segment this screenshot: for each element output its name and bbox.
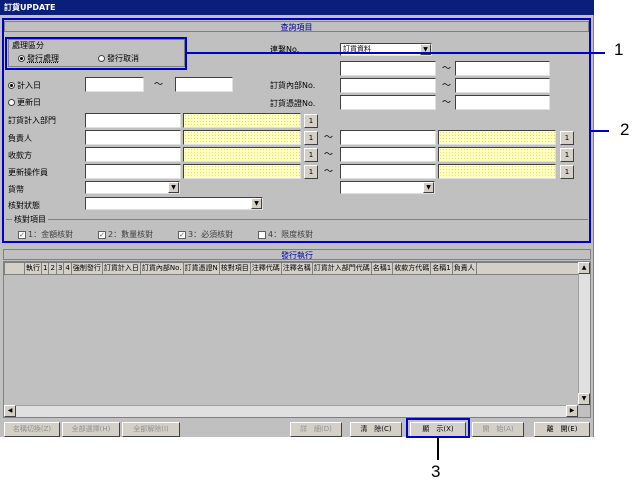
- callout-number-2: 2: [620, 120, 630, 139]
- start-button[interactable]: 開 始(A): [472, 422, 524, 437]
- scroll-left-icon[interactable]: ◀: [4, 405, 16, 417]
- clear-button[interactable]: 清 除(C): [350, 422, 402, 437]
- callout-number-3: 3: [431, 462, 441, 481]
- scroll-right-icon[interactable]: ▶: [566, 405, 578, 417]
- callout-box-3: [406, 418, 470, 438]
- col-header[interactable]: 4: [64, 263, 72, 274]
- col-header[interactable]: 3: [57, 263, 65, 274]
- col-header[interactable]: 1: [42, 263, 50, 274]
- window-title: 訂貨UPDATE: [4, 3, 56, 12]
- grid-header-row: 執行 1 2 3 4 強制發行 訂貨計入日 訂貨內部No. 訂貨憑證N 核對項目…: [4, 262, 582, 275]
- col-header[interactable]: 訂貨計入日: [103, 263, 141, 274]
- col-header[interactable]: 執行: [25, 263, 42, 274]
- grid-corner: [5, 263, 25, 274]
- col-header[interactable]: 注釋名稱: [282, 263, 313, 274]
- scroll-up-icon[interactable]: ▲: [578, 262, 590, 274]
- col-header[interactable]: 訂貨內部No.: [141, 263, 184, 274]
- vertical-scrollbar[interactable]: [578, 262, 590, 405]
- col-header[interactable]: 強制發行: [72, 263, 103, 274]
- issue-section-header: 發行執行: [3, 249, 591, 260]
- col-header[interactable]: 名稱1: [372, 263, 394, 274]
- col-header[interactable]: 負責人: [453, 263, 477, 274]
- callout-line-1: [187, 52, 605, 54]
- select-all-button[interactable]: 全部選擇(H): [62, 422, 120, 437]
- col-header[interactable]: 訂貨憑證N: [184, 263, 220, 274]
- horizontal-scrollbar[interactable]: [4, 405, 578, 417]
- callout-number-1: 1: [614, 40, 624, 59]
- callout-line-3: [437, 438, 439, 460]
- col-header[interactable]: 收款方代碼: [393, 263, 432, 274]
- col-header[interactable]: 名稱1: [431, 263, 453, 274]
- toggle-name-button[interactable]: 名稱切換(Z): [4, 422, 60, 437]
- scroll-down-icon[interactable]: ▼: [578, 393, 590, 405]
- col-header[interactable]: 訂貨計入部門代碼: [313, 263, 372, 274]
- col-header[interactable]: 注釋代碼: [251, 263, 282, 274]
- exit-button[interactable]: 離 開(E): [534, 422, 590, 437]
- window-title-bar: 訂貨UPDATE: [0, 0, 594, 15]
- col-header[interactable]: 2: [49, 263, 57, 274]
- callout-line-2: [591, 130, 609, 132]
- issue-grid: [3, 261, 591, 418]
- deselect-all-button[interactable]: 全部解除(I): [122, 422, 180, 437]
- grid-header: 執行 1 2 3 4 強制發行 訂貨計入日 訂貨內部No. 訂貨憑證N 核對項目…: [4, 262, 582, 275]
- detail-button[interactable]: 詳 細(D): [290, 422, 342, 437]
- col-header[interactable]: 核對項目: [220, 263, 251, 274]
